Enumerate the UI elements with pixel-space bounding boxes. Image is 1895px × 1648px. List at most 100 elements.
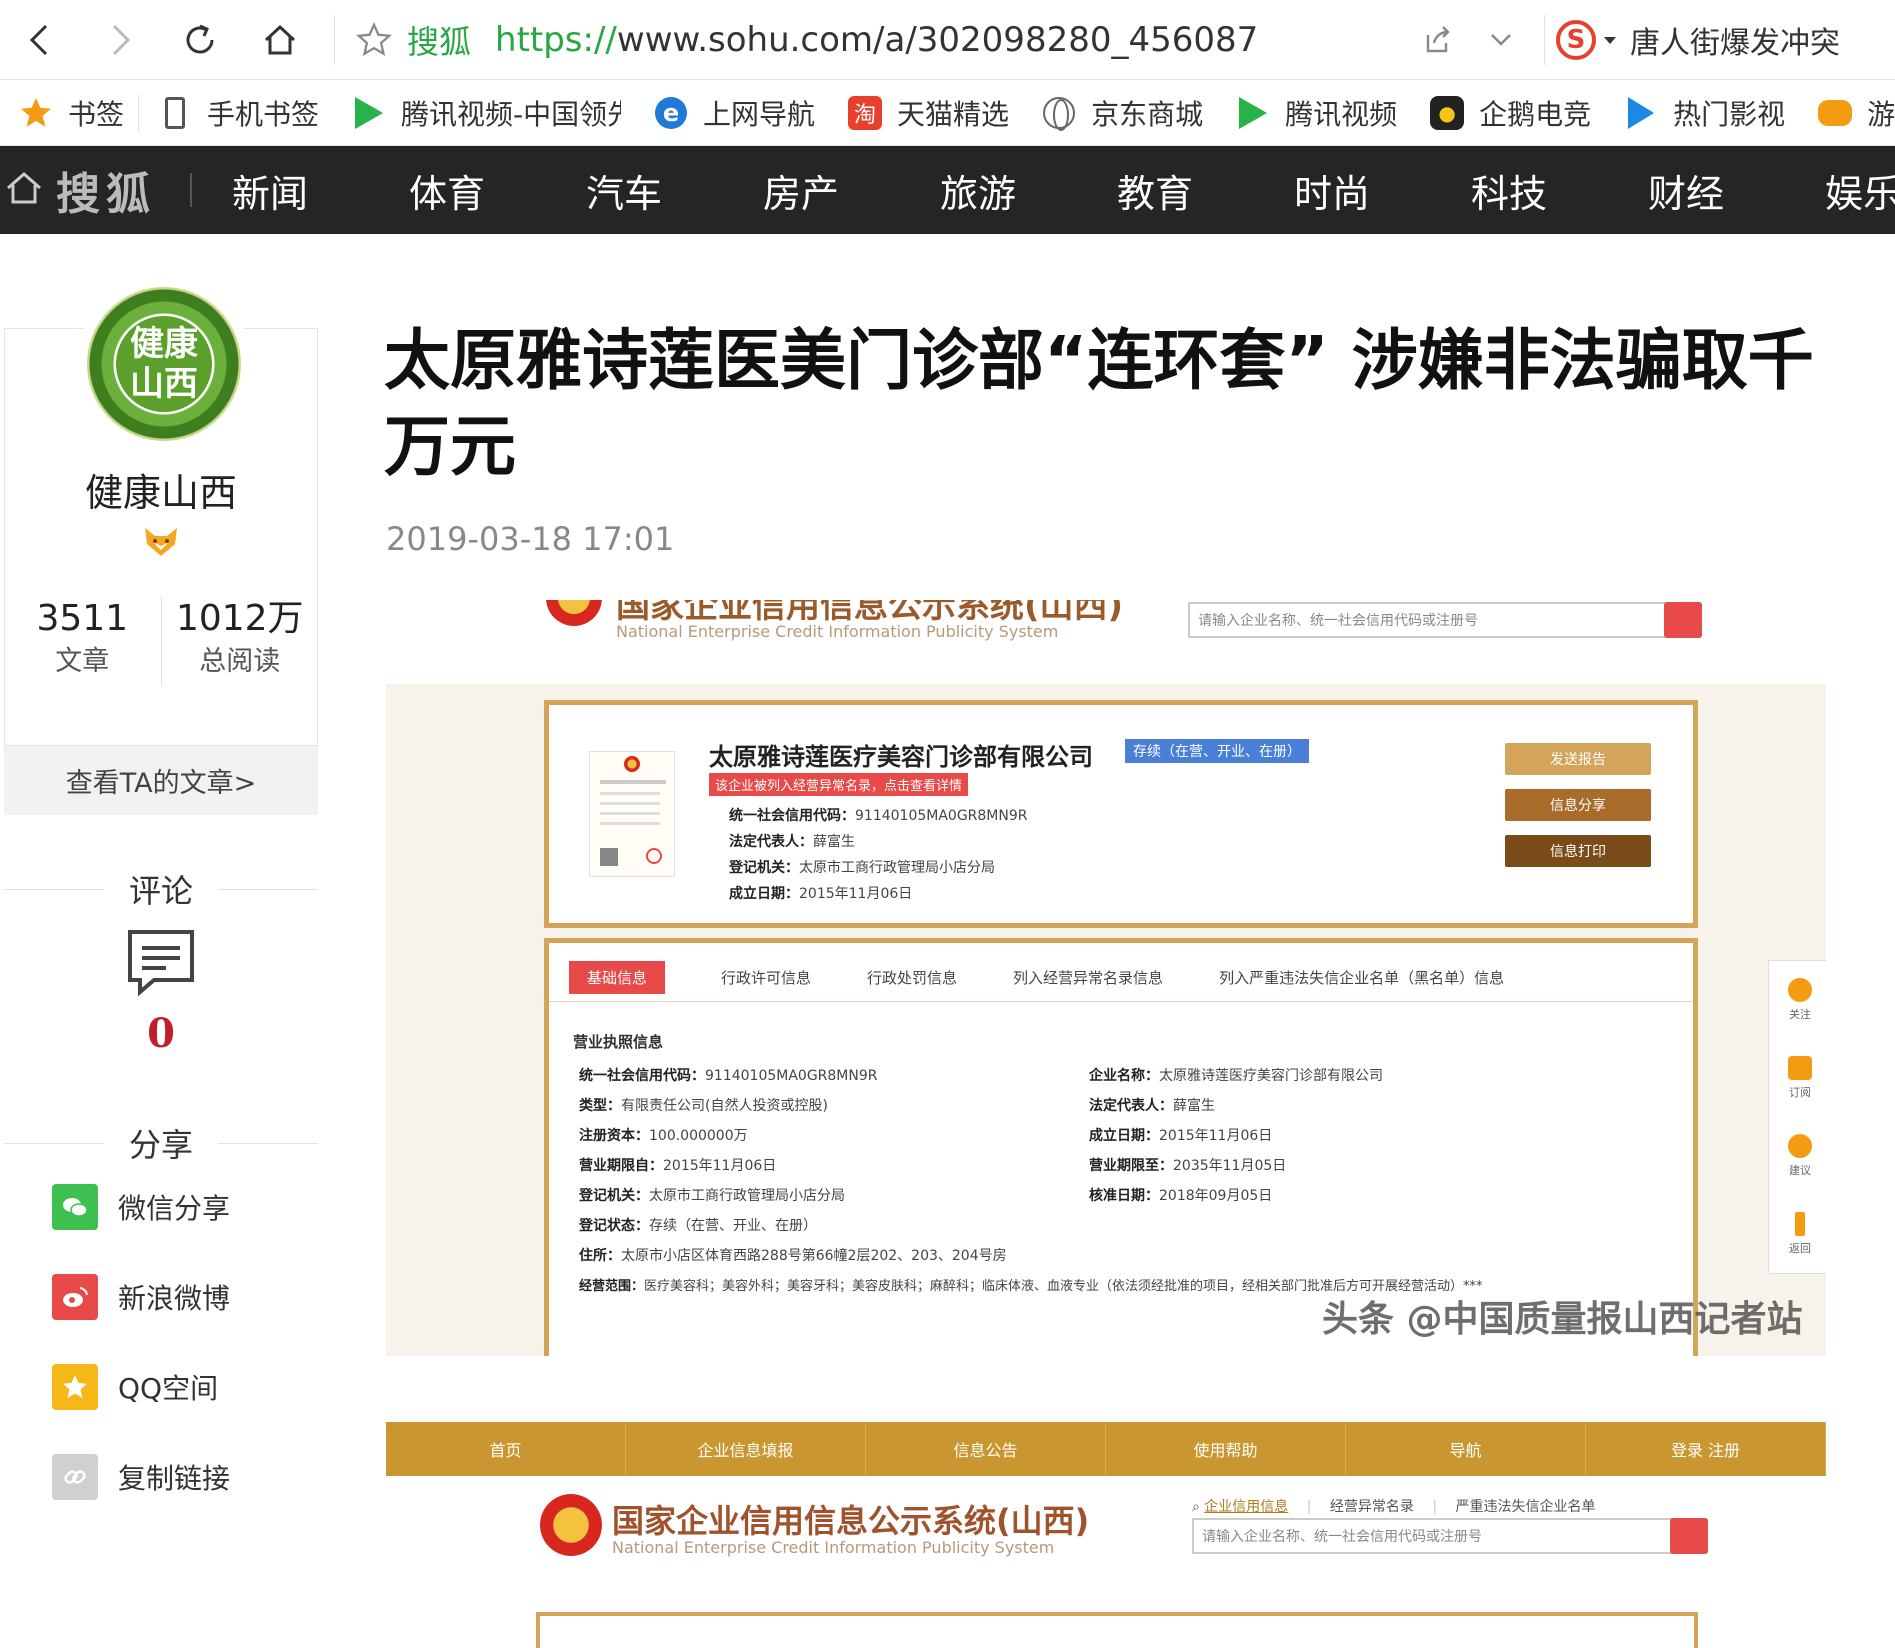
quick-link: 严重违法失信企业名单 [1455, 1499, 1596, 1515]
detail-row: 注册资本：100.000000万 [579, 1128, 748, 1144]
share-copy-link[interactable]: 复制链接 [52, 1454, 230, 1500]
bookmark-item[interactable]: ● 企鹅电竞 [1411, 80, 1605, 145]
image-side-tools: 关注 订阅 建议 返回 [1768, 960, 1826, 1274]
share-icon[interactable] [1420, 23, 1454, 57]
bookmark-item[interactable]: 热门影视 [1605, 80, 1799, 145]
nav-item[interactable]: 科技 [1453, 163, 1630, 218]
business-license-image [589, 751, 675, 877]
wechat-icon [52, 1184, 98, 1230]
weibo-icon [52, 1274, 98, 1320]
author-name[interactable]: 健康山西 [0, 462, 322, 517]
home-button[interactable] [240, 0, 320, 80]
company-name: 太原雅诗莲医疗美容门诊部有限公司 [709, 743, 1093, 771]
image-nav-item: 登录 注册 [1586, 1422, 1826, 1476]
url-tools [1420, 0, 1518, 80]
info-tabs: 基础信息 行政许可信息 行政处罚信息 列入经营异常名录信息 列入严重违法失信企业… [569, 961, 1504, 994]
reload-button[interactable] [160, 0, 240, 80]
divider [218, 1143, 318, 1144]
bookmark-label: 游戏中 [1867, 97, 1895, 131]
share-label: 复制链接 [118, 1462, 231, 1495]
search-icon: ⌕ [1192, 1499, 1205, 1515]
divider [4, 1143, 104, 1144]
nav-item[interactable]: 房产 [745, 163, 922, 218]
nav-item[interactable]: 体育 [391, 163, 568, 218]
article-title: 太原雅诗莲医美门诊部“连环套” 涉嫌非法骗取千万元 [384, 322, 1814, 485]
divider [4, 889, 104, 890]
qzone-star-icon [52, 1364, 98, 1410]
panel-top [536, 1612, 1698, 1648]
image-nav: 首页 企业信息填报 信息公告 使用帮助 导航 登录 注册 [386, 1422, 1826, 1476]
stat-reads: 1012万 总阅读 [160, 596, 319, 686]
detail-row: 营业期限自：2015年11月06日 [579, 1158, 777, 1174]
bookmark-item[interactable]: 手机书签 [139, 80, 333, 145]
bookmark-item[interactable]: 京东商城 [1023, 80, 1217, 145]
share-wechat[interactable]: 微信分享 [52, 1184, 230, 1230]
share-weibo[interactable]: 新浪微博 [52, 1274, 230, 1320]
bookmark-item[interactable]: 书签 [0, 80, 138, 145]
nav-item[interactable]: 新闻 [214, 163, 391, 218]
nav-item[interactable]: 时尚 [1276, 163, 1453, 218]
sohu-logo-link[interactable]: 搜狐 [0, 146, 214, 234]
detail-row: 统一社会信用代码：91140105MA0GR8MN9R [579, 1068, 878, 1084]
nav-item[interactable]: 旅游 [922, 163, 1099, 218]
reload-icon [186, 24, 214, 53]
system-name-en: National Enterprise Credit Information P… [616, 622, 1059, 641]
bookmark-item[interactable]: 游戏中 [1799, 80, 1895, 145]
send-report-button: 发送报告 [1505, 743, 1651, 775]
image-nav-item: 导航 [1346, 1422, 1586, 1476]
share-qzone[interactable]: QQ空间 [52, 1364, 218, 1410]
bookmark-item[interactable]: 淘 天猫精选 [829, 80, 1023, 145]
bookmark-label: 腾讯视频-中国领先 [401, 97, 622, 131]
bookmark-item[interactable]: 腾讯视频 [1217, 80, 1411, 145]
bookmark-label: 京东商城 [1091, 97, 1204, 131]
search-input: 请输入企业名称、统一社会信用代码或注册号 [1188, 602, 1668, 638]
bookmark-label: 热门影视 [1673, 97, 1786, 131]
avatar[interactable]: 健康 山西 [82, 282, 246, 446]
view-articles-link[interactable]: 查看TA的文章> [4, 745, 318, 815]
nav-item[interactable]: 娱乐 [1807, 163, 1895, 218]
tencent-video-icon [351, 95, 387, 131]
image-header: 国家企业信用信息公示系统(山西) National Enterprise Cre… [386, 600, 1826, 684]
detail-row: 登记机关：太原市工商行政管理局小店分局 [579, 1188, 845, 1204]
bookmark-label: 上网导航 [703, 97, 816, 131]
penguin-icon: ● [1429, 95, 1465, 131]
comment-count[interactable]: 0 [4, 1010, 318, 1057]
bookmark-item[interactable]: 腾讯视频-中国领先 [333, 80, 635, 145]
chevron-down-icon[interactable] [1604, 36, 1616, 44]
nav-item[interactable]: 教育 [1099, 163, 1276, 218]
comment-icon[interactable] [126, 928, 196, 998]
globe-icon [1041, 95, 1077, 131]
detail-row: 登记状态：存续（在营、开业、在册） [579, 1218, 817, 1234]
bookmark-label: 腾讯视频 [1285, 97, 1398, 131]
ie-icon: e [653, 95, 689, 131]
sohu-logo: 搜狐 [56, 169, 156, 220]
hot-search-query[interactable]: 唐人街爆发冲突 [1630, 18, 1840, 62]
back-icon [29, 24, 48, 55]
nav-item[interactable]: 财经 [1630, 163, 1807, 218]
follow-tool: 关注 [1769, 961, 1826, 1039]
tab-blacklist: 列入严重违法失信企业名单（黑名单）信息 [1219, 969, 1505, 987]
national-emblem-icon [546, 600, 602, 626]
nav-item[interactable]: 汽车 [568, 163, 745, 218]
url-input[interactable]: https://www.sohu.com/a/302098280_456087 [495, 20, 1258, 60]
reads-count: 1012万 [175, 598, 304, 639]
subscribe-tool: 订阅 [1769, 1039, 1826, 1117]
share-label: QQ空间 [118, 1372, 219, 1405]
share-label: 微信分享 [118, 1192, 231, 1225]
detail-row: 类型：有限责任公司(自然人投资或控股) [579, 1098, 828, 1114]
bookmark-item[interactable]: e 上网导航 [635, 80, 829, 145]
avatar-image: 健康 山西 [87, 287, 241, 441]
tmall-icon: 淘 [847, 95, 883, 131]
back-button[interactable] [0, 0, 80, 80]
dropdown-icon[interactable] [1484, 23, 1518, 57]
detail-row: 企业名称：太原雅诗莲医疗美容门诊部有限公司 [1089, 1068, 1383, 1084]
system-name: 国家企业信用信息公示系统(山西) [612, 1502, 1090, 1540]
sogou-icon[interactable]: S [1556, 20, 1596, 60]
comments-heading: 评论 [4, 866, 318, 912]
url-protocol: https:// [495, 19, 617, 60]
avatar-text: 健康 山西 [116, 316, 212, 412]
bookmark-star-button[interactable] [349, 21, 399, 59]
forward-button[interactable] [80, 0, 160, 80]
search-engine[interactable]: S 唐人街爆发冲突 [1556, 0, 1840, 80]
article-date: 2019-03-18 17:01 [386, 520, 675, 558]
